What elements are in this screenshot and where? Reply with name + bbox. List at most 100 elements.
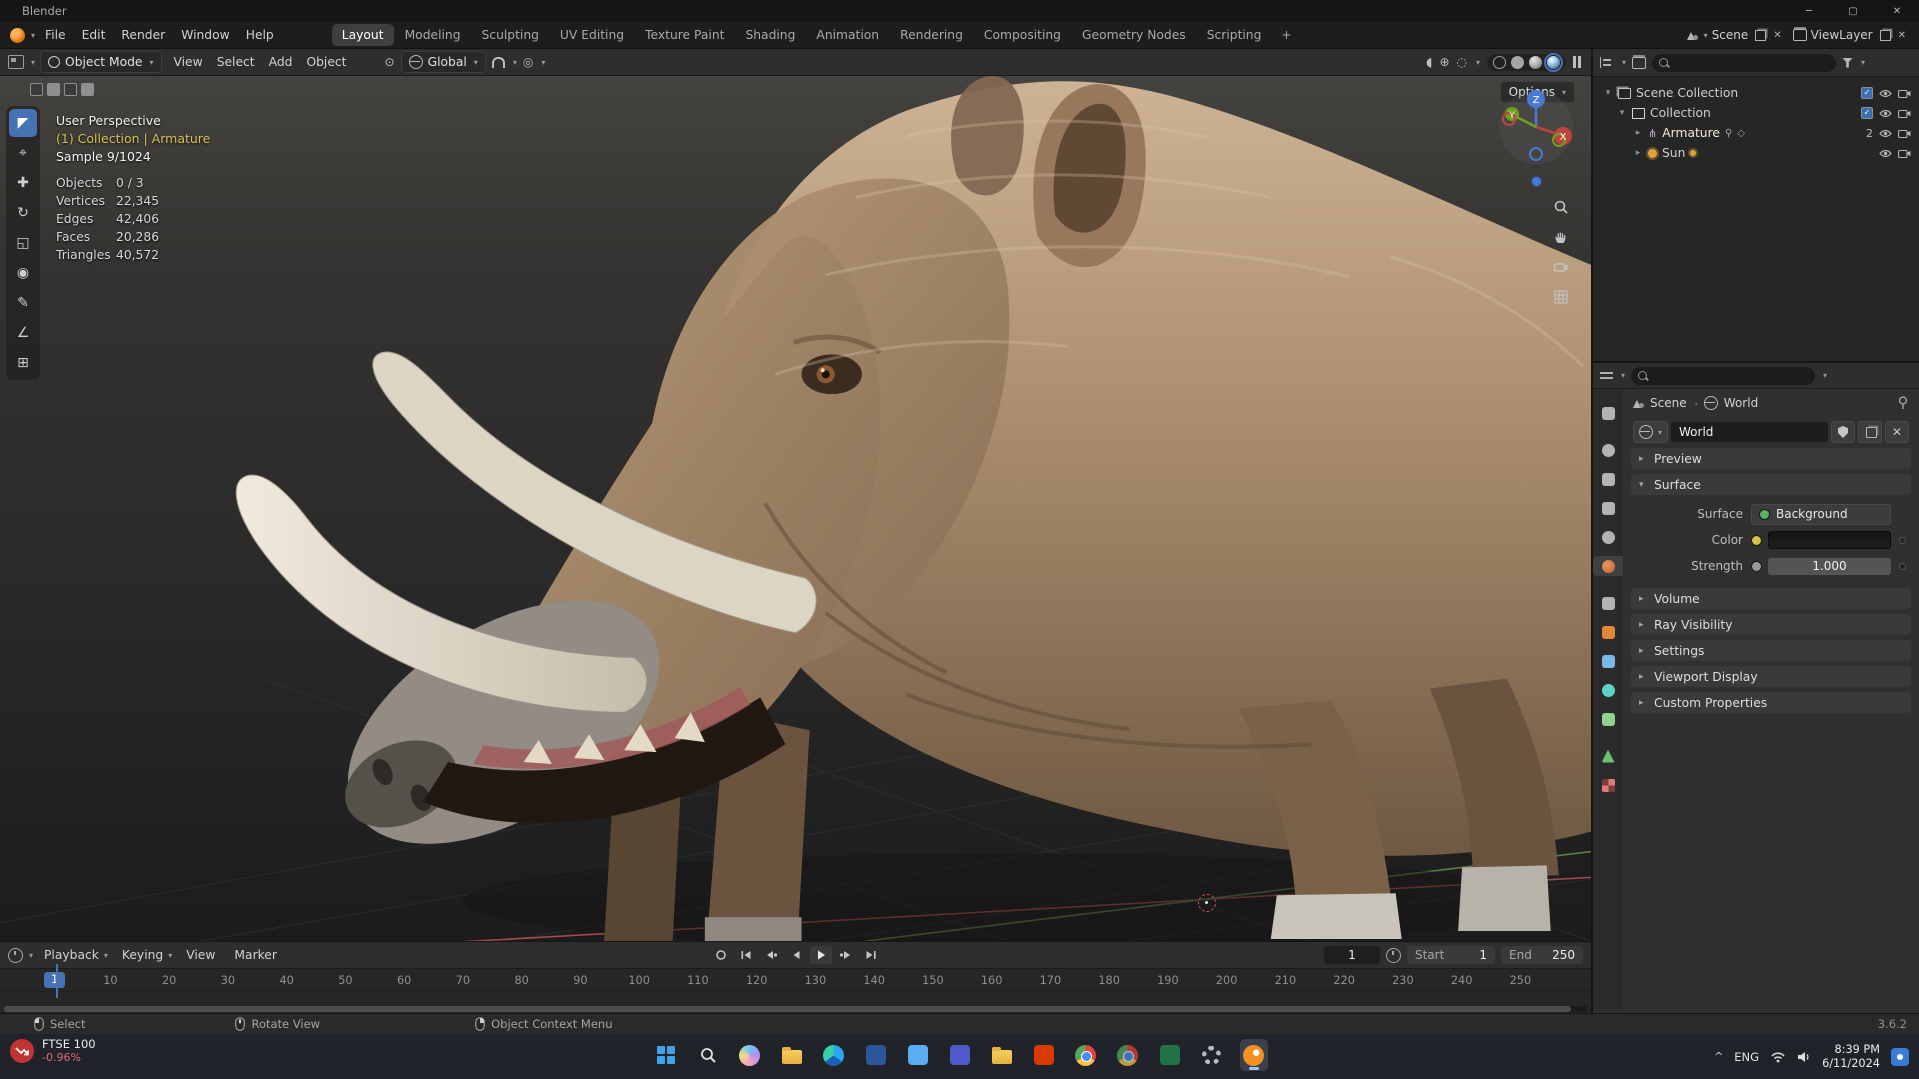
exclude-checkbox[interactable]: ✓ xyxy=(1861,87,1873,99)
navigation-gizmo[interactable]: Z X Y xyxy=(1497,88,1575,166)
camera-view-icon[interactable] xyxy=(1552,258,1570,276)
excel-icon[interactable] xyxy=(1156,1039,1184,1071)
menu-item[interactable]: Render xyxy=(113,25,173,45)
settings-icon[interactable] xyxy=(1198,1039,1226,1071)
scene-selector[interactable]: ▾ Scene ✕ xyxy=(1687,28,1785,42)
chevron-down-icon[interactable]: ▾ xyxy=(1476,58,1480,67)
timeline-editor-icon[interactable] xyxy=(8,948,23,963)
pivot-point-icon[interactable]: ⊙ xyxy=(385,55,395,69)
camera-dot-gizmo[interactable] xyxy=(1531,176,1542,187)
chevron-down-icon[interactable]: ▾ xyxy=(1622,58,1626,67)
wireframe-shading-button[interactable] xyxy=(1493,56,1506,69)
editor-type-icon[interactable] xyxy=(8,55,24,69)
menu-item[interactable]: Marker xyxy=(227,945,289,965)
play-button[interactable] xyxy=(810,946,832,964)
current-frame-badge[interactable]: 1 xyxy=(44,972,65,988)
properties-editor-icon[interactable] xyxy=(1600,370,1613,381)
exclude-checkbox[interactable]: ✓ xyxy=(1861,107,1873,119)
menu-item[interactable]: View xyxy=(167,52,210,72)
taskbar-widget[interactable]: FTSE 100 -0.96% xyxy=(10,1038,96,1064)
pin-icon[interactable] xyxy=(1897,396,1909,410)
display-mode-icon[interactable] xyxy=(1632,57,1646,69)
file-explorer-icon[interactable] xyxy=(778,1039,806,1071)
properties-search-input[interactable] xyxy=(1631,367,1815,385)
menu-item[interactable]: Add xyxy=(262,52,300,72)
outliner-row-sun[interactable]: ▸ Sun xyxy=(1593,143,1919,163)
workspace-tab[interactable]: Scripting xyxy=(1197,24,1272,46)
workspace-tab[interactable]: Geometry Nodes xyxy=(1072,24,1196,46)
surface-shader-select[interactable]: Background xyxy=(1751,504,1891,525)
timeline-scrollbar[interactable] xyxy=(4,1006,1587,1012)
gizmos-toggle-icon[interactable]: ⊕ xyxy=(1439,55,1449,69)
color-swatch-field[interactable] xyxy=(1768,531,1891,549)
fake-user-button[interactable] xyxy=(1831,421,1855,443)
menu-item[interactable]: Object xyxy=(299,52,353,72)
chevron-down-icon[interactable]: ▾ xyxy=(1823,371,1827,380)
tab-object-data[interactable] xyxy=(1596,746,1620,766)
viewport-3d[interactable]: User Perspective (1) Collection | Armatu… xyxy=(0,76,1591,941)
tab-output[interactable] xyxy=(1596,469,1620,489)
outliner-editor-icon[interactable] xyxy=(1600,57,1614,68)
chrome-beta-icon[interactable] xyxy=(1114,1039,1142,1071)
word-icon[interactable] xyxy=(862,1039,890,1071)
new-viewlayer-icon[interactable] xyxy=(1880,30,1891,41)
menu-item[interactable]: Select xyxy=(210,52,262,72)
tab-texture[interactable] xyxy=(1596,775,1620,795)
section-settings[interactable]: ▸ Settings xyxy=(1631,640,1911,661)
tab-tool[interactable] xyxy=(1596,403,1620,423)
chevron-down-icon[interactable]: ▾ xyxy=(29,951,33,960)
eye-icon[interactable] xyxy=(1879,129,1892,138)
menu-item[interactable]: View xyxy=(179,945,227,965)
solid-shading-button[interactable] xyxy=(1511,56,1524,69)
tray-overflow-button[interactable]: ^ xyxy=(1714,1050,1723,1063)
expand-icon[interactable]: ▸ xyxy=(1633,148,1643,158)
toggle-icon[interactable] xyxy=(47,83,60,96)
blender-logo-icon[interactable] xyxy=(10,28,25,43)
ortho-grid-icon[interactable] xyxy=(1552,288,1570,306)
camera-icon[interactable] xyxy=(1898,129,1911,138)
add-workspace-button[interactable]: + xyxy=(1273,26,1299,44)
tool-button[interactable]: ✎ xyxy=(9,289,37,317)
section-ray-visibility[interactable]: ▸ Ray Visibility xyxy=(1631,614,1911,635)
tool-button[interactable]: ◤ xyxy=(9,109,37,137)
play-reverse-button[interactable] xyxy=(785,946,807,964)
chevron-down-icon[interactable]: ▾ xyxy=(541,58,545,67)
timeline-track-area[interactable] xyxy=(0,992,1591,1007)
toggle-icon[interactable] xyxy=(30,83,43,96)
frame-end-field[interactable]: End 250 xyxy=(1501,946,1583,964)
blender-taskbar-icon[interactable] xyxy=(1240,1039,1268,1071)
frame-start-field[interactable]: Start 1 xyxy=(1407,946,1495,964)
jump-to-end-button[interactable] xyxy=(860,946,882,964)
tab-physics[interactable] xyxy=(1596,680,1620,700)
expand-icon[interactable]: ▾ xyxy=(1603,88,1613,98)
transform-orientation-select[interactable]: Global ▾ xyxy=(401,51,486,73)
material-shading-button[interactable] xyxy=(1529,56,1542,69)
menu-item[interactable]: File xyxy=(37,25,74,45)
breadcrumb-world[interactable]: World xyxy=(1724,396,1758,410)
tab-collection[interactable] xyxy=(1596,593,1620,613)
workspace-tab[interactable]: Shading xyxy=(735,24,805,46)
workspace-tab[interactable]: Sculpting xyxy=(472,24,549,46)
overlays-toggle-icon[interactable]: ◌ xyxy=(1457,55,1467,69)
previous-keyframe-button[interactable] xyxy=(760,946,782,964)
start-button[interactable] xyxy=(652,1039,680,1071)
volume-icon[interactable] xyxy=(1797,1051,1811,1063)
section-viewport-display[interactable]: ▸ Viewport Display xyxy=(1631,666,1911,687)
wifi-icon[interactable] xyxy=(1770,1051,1786,1063)
maximize-button[interactable]: ▢ xyxy=(1831,0,1875,22)
chevron-down-icon[interactable]: ▾ xyxy=(513,58,517,67)
tab-constraints[interactable] xyxy=(1596,709,1620,729)
tab-scene[interactable] xyxy=(1596,527,1620,547)
toggle-icon[interactable] xyxy=(81,83,94,96)
new-scene-icon[interactable] xyxy=(1755,30,1766,41)
mode-select[interactable]: Object Mode ▾ xyxy=(40,51,161,73)
workspace-tab[interactable]: UV Editing xyxy=(550,24,634,46)
breadcrumb-scene[interactable]: Scene xyxy=(1650,396,1687,410)
chevron-down-icon[interactable]: ▾ xyxy=(1861,58,1865,67)
playback-sync-icon[interactable] xyxy=(1386,948,1401,963)
close-button[interactable]: ✕ xyxy=(1875,0,1919,22)
browse-world-button[interactable]: ▾ xyxy=(1633,421,1668,443)
section-preview[interactable]: ▸ Preview xyxy=(1631,448,1911,469)
tab-object[interactable] xyxy=(1596,622,1620,642)
unlink-scene-icon[interactable]: ✕ xyxy=(1770,30,1784,41)
